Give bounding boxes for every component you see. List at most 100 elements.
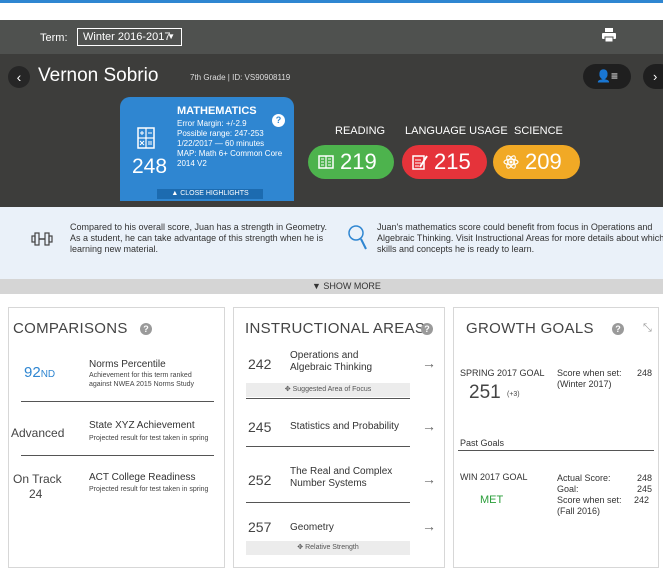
next-student-button[interactable]: ›: [643, 64, 663, 89]
goal-row-label: Goal:: [557, 484, 579, 494]
focus-line: skills and concepts he is ready to learn…: [377, 244, 535, 254]
when-set-label: Score when set:: [557, 368, 622, 378]
mathematics-card[interactable]: MATHEMATICS ? Error Margin: +/-2.9 Possi…: [120, 97, 294, 201]
area-name-line: Number Systems: [290, 478, 367, 489]
past-when-set-term: (Fall 2016): [557, 506, 601, 516]
student-name: Vernon Sobrio: [38, 65, 159, 86]
actual-score-label: Actual Score:: [557, 473, 611, 483]
help-icon[interactable]: ?: [140, 323, 152, 335]
comparisons-title: COMPARISONS: [13, 320, 128, 337]
focus-line: Juan's mathematics score could benefit f…: [377, 222, 653, 232]
instructional-area-row[interactable]: 252 The Real and Complex Number Systems …: [234, 464, 444, 494]
growth-goals-title: GROWTH GOALS: [466, 320, 594, 337]
divider: [246, 502, 410, 503]
language-usage-score-pill[interactable]: 215: [402, 145, 487, 179]
calculator-icon: [137, 127, 155, 149]
previous-student-button[interactable]: ‹: [8, 66, 30, 88]
math-error-margin: Error Margin: +/-2.9: [177, 119, 247, 128]
print-icon[interactable]: [601, 27, 617, 43]
past-when-set-value: 242: [634, 495, 650, 505]
instructional-area-row[interactable]: 242 Operations and Algebraic Thinking →: [234, 348, 444, 378]
subject-label-reading: READING: [335, 125, 386, 137]
divider: [21, 455, 214, 456]
instructional-area-row[interactable]: 257 Geometry →: [234, 515, 444, 539]
math-test-name: MAP: Math 6+ Common Core: [177, 149, 283, 158]
past-goal-label: WIN 2017 GOAL: [460, 472, 528, 482]
term-select[interactable]: Winter 2016-2017 ▼: [77, 28, 182, 46]
when-set-value: 248: [637, 368, 653, 378]
divider: [21, 401, 214, 402]
area-name: Geometry: [290, 522, 334, 533]
close-highlights-button[interactable]: ▲ CLOSE HIGHLIGHTS: [157, 189, 263, 199]
student-meta: 7th Grade | ID: VS90908119: [190, 73, 291, 82]
norms-percentile-desc: Achievement for this term ranked against…: [89, 371, 194, 389]
strength-line: As a student, he can take advantage of t…: [70, 233, 324, 243]
math-possible-range: Possible range: 247-253: [177, 129, 264, 138]
goal-delta: (+3): [507, 391, 520, 398]
state-achievement-value: Advanced: [11, 426, 65, 440]
roster-icon: 👤≡: [596, 69, 618, 83]
move-icon: ✥: [297, 544, 304, 551]
instructional-area-row[interactable]: 245 Statistics and Probability →: [234, 415, 444, 439]
area-score: 257: [248, 519, 272, 535]
math-test-date: 1/22/2017 — 60 minutes: [177, 139, 265, 148]
act-readiness-title: ACT College Readiness: [89, 472, 196, 483]
percentile-number: 92: [24, 364, 41, 381]
term-label: Term:: [40, 32, 68, 44]
move-icon: ✥: [284, 386, 291, 393]
act-readiness-desc: Projected result for test taken in sprin…: [89, 486, 209, 493]
norms-desc-line: Achievement for this term ranked: [89, 372, 192, 379]
arrow-right-icon: →: [422, 418, 436, 434]
area-name: The Real and Complex Number Systems: [290, 466, 392, 490]
goal-row-value: 245: [637, 484, 653, 494]
strength-line: learning new material.: [70, 244, 159, 254]
past-goal-status: MET: [480, 494, 504, 506]
goal-value: 251: [469, 382, 501, 403]
divider: [458, 450, 654, 451]
show-more-button[interactable]: ▼ SHOW MORE: [0, 279, 663, 294]
arrow-right-icon: →: [422, 355, 436, 371]
pencil-paper-icon: [412, 155, 428, 170]
when-set-term: (Winter 2017): [557, 379, 612, 389]
area-score: 245: [248, 419, 272, 435]
focus-line: Algebraic Thinking. Visit Instructional …: [377, 233, 663, 243]
area-name-line: Algebraic Thinking: [290, 362, 373, 373]
instructional-areas-title: INSTRUCTIONAL AREAS: [245, 320, 426, 337]
area-name-line: Operations and: [290, 350, 359, 361]
expand-icon[interactable]: ⤡: [643, 322, 652, 335]
area-name: Operations and Algebraic Thinking: [290, 350, 372, 374]
roster-button[interactable]: 👤≡: [583, 64, 631, 89]
goal-label: SPRING 2017 GOAL: [460, 368, 545, 378]
past-goals-label: Past Goals: [460, 438, 505, 448]
math-score: 248: [132, 155, 168, 178]
subject-label-science: SCIENCE: [514, 125, 563, 137]
help-icon[interactable]: ?: [612, 323, 624, 335]
percentile-suffix: ND: [40, 369, 56, 380]
subject-label-language-usage: LANGUAGE USAGE: [405, 125, 508, 137]
suggested-focus-label: Suggested Area of Focus: [292, 386, 372, 393]
reading-score-pill[interactable]: 219: [308, 145, 394, 179]
relative-strength-tag: ✥ Relative Strength: [246, 541, 410, 555]
arrow-right-icon: →: [422, 518, 436, 534]
strength-highlight: Compared to his overall score, Juan has …: [70, 222, 340, 255]
math-details: Error Margin: +/-2.9 Possible range: 247…: [177, 119, 292, 169]
math-test-version: 2014 V2: [177, 159, 207, 168]
area-name-line: The Real and Complex: [290, 466, 393, 477]
reading-score: 219: [340, 149, 377, 174]
suggested-focus-tag: ✥ Suggested Area of Focus: [246, 383, 410, 397]
science-score: 209: [525, 149, 562, 174]
act-readiness-score: 24: [29, 487, 43, 501]
math-title: MATHEMATICS: [177, 105, 257, 117]
science-score-pill[interactable]: 209: [493, 145, 580, 179]
past-when-set-label: Score when set:: [557, 495, 622, 505]
comparisons-panel: COMPARISONS ? 92ND Norms Percentile Achi…: [8, 307, 225, 568]
term-select-value: Winter 2016-2017: [83, 31, 171, 43]
magnifier-icon: [348, 225, 367, 250]
language-usage-score: 215: [434, 149, 471, 174]
strength-line: Compared to his overall score, Juan has …: [70, 222, 327, 232]
top-accent-line: [0, 0, 663, 3]
divider: [246, 398, 410, 399]
instructional-areas-panel: INSTRUCTIONAL AREAS ? 242 Operations and…: [233, 307, 445, 568]
help-icon[interactable]: ?: [421, 323, 433, 335]
percentile-value: 92ND: [24, 364, 55, 381]
